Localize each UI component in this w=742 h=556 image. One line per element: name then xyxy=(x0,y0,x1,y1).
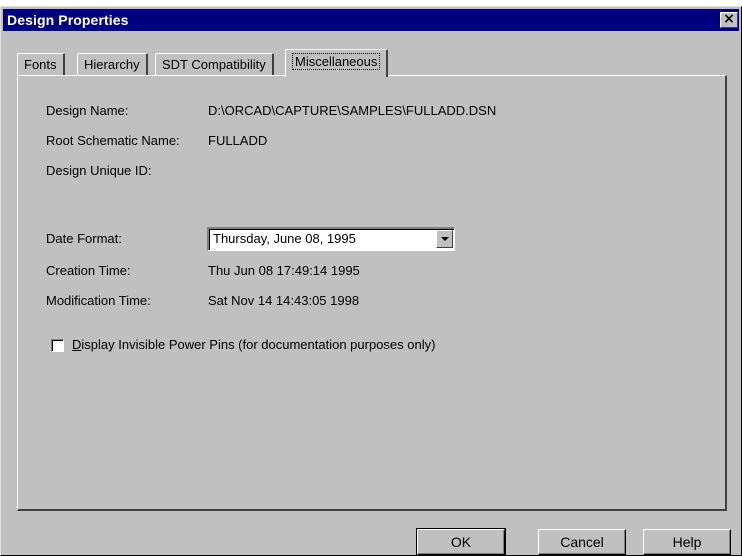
dialog-title: Design Properties xyxy=(7,12,129,28)
modification-time-value: Sat Nov 14 14:43:05 1998 xyxy=(208,293,360,308)
tab-label: Miscellaneous xyxy=(292,53,381,70)
date-format-select[interactable]: Thursday, June 08, 1995 xyxy=(207,227,455,251)
tab-label: Fonts xyxy=(24,57,57,72)
chevron-down-icon xyxy=(441,237,449,241)
ok-button[interactable]: OK xyxy=(416,528,506,556)
date-format-label: Date Format: xyxy=(46,231,122,246)
tab-label: SDT Compatibility xyxy=(162,57,266,72)
title-bar[interactable]: Design Properties × xyxy=(3,9,739,31)
creation-time-value: Thu Jun 08 17:49:14 1995 xyxy=(208,263,360,278)
date-format-value: Thursday, June 08, 1995 xyxy=(213,231,356,246)
tab-miscellaneous[interactable]: Miscellaneous xyxy=(285,49,389,77)
root-schematic-label: Root Schematic Name: xyxy=(46,133,180,148)
creation-time-label: Creation Time: xyxy=(46,263,131,278)
cancel-button[interactable]: Cancel xyxy=(538,529,626,555)
display-invisible-power-pins-checkbox[interactable] xyxy=(51,339,64,352)
display-invisible-power-pins-label[interactable]: Display Invisible Power Pins (for docume… xyxy=(72,337,435,352)
unique-id-label: Design Unique ID: xyxy=(46,163,152,178)
tab-hierarchy[interactable]: Hierarchy xyxy=(77,53,148,76)
tab-sdt-compatibility[interactable]: SDT Compatibility xyxy=(155,53,274,76)
close-icon: × xyxy=(723,11,735,27)
checkbox-label-text: isplay Invisible Power Pins (for documen… xyxy=(81,337,436,352)
root-schematic-value: FULLADD xyxy=(208,133,268,148)
design-name-value: D:\ORCAD\CAPTURE\SAMPLES\FULLADD.DSN xyxy=(208,103,497,118)
design-name-label: Design Name: xyxy=(46,103,129,118)
date-format-dropdown-button[interactable] xyxy=(436,230,453,248)
tab-label: Hierarchy xyxy=(84,57,140,72)
design-properties-dialog: Design Properties × Fonts Hierarchy SDT … xyxy=(0,6,742,556)
modification-time-label: Modification Time: xyxy=(46,293,151,308)
accelerator-key: D xyxy=(72,337,82,352)
tab-fonts[interactable]: Fonts xyxy=(17,53,65,76)
help-button[interactable]: Help xyxy=(643,529,731,555)
miscellaneous-panel: Design Name: D:\ORCAD\CAPTURE\SAMPLES\FU… xyxy=(17,75,727,511)
close-button[interactable]: × xyxy=(720,12,738,28)
